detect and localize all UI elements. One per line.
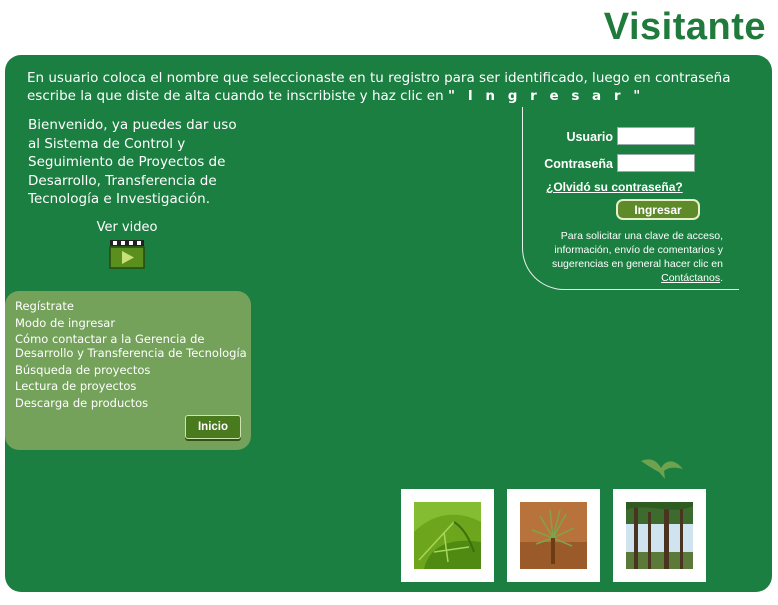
home-button[interactable]: Inicio [185, 415, 241, 439]
bird-icon [641, 459, 683, 479]
forest-photo [613, 489, 706, 582]
video-clapper-icon[interactable] [109, 239, 145, 269]
menu-item-label[interactable]: Regístrate [15, 299, 74, 313]
forest-photo-icon [626, 502, 693, 569]
menu-item-project-search[interactable]: Búsqueda de proyectos [15, 363, 247, 377]
menu-item-register[interactable]: Regístrate [15, 299, 247, 313]
menu-item-label[interactable]: Lectura de proyectos [15, 379, 136, 393]
login-button[interactable]: Ingresar [616, 199, 700, 220]
password-input[interactable] [617, 154, 695, 172]
access-request-text: Para solicitar una clave de acceso, info… [551, 230, 723, 270]
menu-item-label[interactable]: Modo de ingresar [15, 316, 115, 330]
forgot-password-link[interactable]: ¿Olvidó su contraseña? [546, 180, 683, 194]
seedling-photo-icon [520, 502, 587, 569]
main-panel: En usuario coloca el nombre que seleccio… [5, 55, 772, 592]
menu-item-product-download[interactable]: Descarga de productos [15, 396, 247, 410]
access-request-note: Para solicitar una clave de acceso, info… [543, 229, 723, 285]
contact-link[interactable]: Contáctanos [661, 272, 720, 284]
intro-command: " I n g r e s a r " [447, 88, 645, 104]
intro-instructions: En usuario coloca el nombre que seleccio… [27, 69, 757, 105]
menu-item-project-reading[interactable]: Lectura de proyectos [15, 379, 247, 393]
leaf-photo-icon [414, 502, 481, 569]
menu-item-label[interactable]: Descarga de productos [15, 396, 148, 410]
password-label: Contraseña [544, 157, 613, 171]
page-title: Visitante [603, 6, 766, 48]
note-period: . [720, 272, 723, 284]
video-block: Ver video [87, 220, 167, 273]
navigation-menu: Regístrate Modo de ingresar Cómo contact… [5, 291, 251, 450]
username-input[interactable] [617, 127, 695, 145]
menu-item-contact-management[interactable]: Cómo contactar a la Gerencia de Desarrol… [15, 332, 247, 360]
menu-item-label[interactable]: Cómo contactar a la Gerencia de Desarrol… [15, 332, 247, 360]
menu-item-label[interactable]: Búsqueda de proyectos [15, 363, 150, 377]
login-form: Usuario Contraseña ¿Olvidó su contraseña… [522, 107, 739, 290]
menu-item-how-to-login[interactable]: Modo de ingresar [15, 316, 247, 330]
welcome-message: Bienvenido, ya puedes dar uso al Sistema… [28, 117, 237, 207]
leaf-photo [401, 489, 494, 582]
seedling-photo [507, 489, 600, 582]
watch-video-link[interactable]: Ver video [87, 220, 167, 235]
username-label: Usuario [566, 130, 613, 144]
